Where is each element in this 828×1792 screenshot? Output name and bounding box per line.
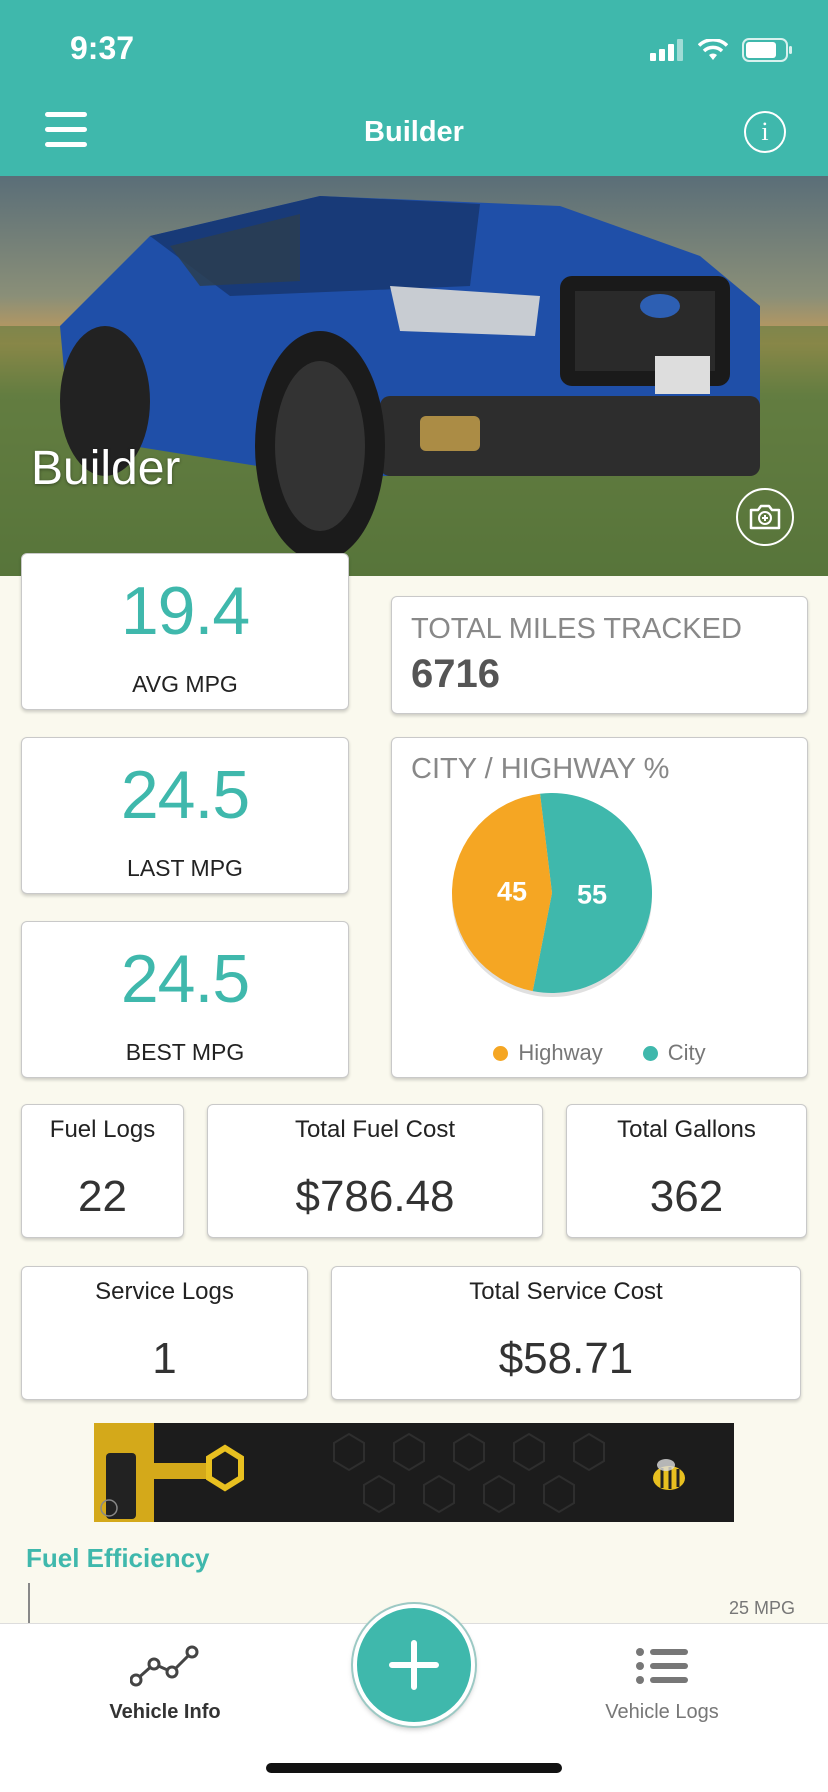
avg-mpg-card: 19.4 AVG MPG	[21, 553, 349, 710]
total-miles-title: TOTAL MILES TRACKED	[411, 613, 742, 645]
fuel-efficiency-tick-label: 25 MPG	[728, 1598, 795, 1618]
total-service-cost-card: Total Service Cost $58.71	[331, 1266, 801, 1400]
best-mpg-label: BEST MPG	[125, 1039, 245, 1065]
status-icons	[650, 36, 794, 64]
service-logs-card[interactable]: Service Logs 1	[21, 1266, 308, 1400]
city-highway-pie-chart: 55 45	[452, 793, 653, 997]
legend-highway-swatch	[493, 1045, 509, 1061]
total-fuel-cost-title: Total Fuel Cost	[294, 1116, 456, 1143]
truck-illustration	[0, 196, 828, 576]
city-highway-card: CITY / HIGHWAY % 55 45 Highway City	[391, 737, 808, 1078]
list-icon	[636, 1648, 688, 1684]
vehicle-name: Builder	[31, 442, 181, 495]
total-service-cost-value: $58.71	[498, 1334, 634, 1383]
battery-icon	[742, 38, 792, 62]
pie-legend: Highway City	[392, 1040, 807, 1066]
fuel-logs-card[interactable]: Fuel Logs 22	[21, 1104, 184, 1238]
vehicle-photo: Builder	[0, 176, 828, 576]
best-mpg-value: 24.5	[120, 941, 250, 1017]
info-icon[interactable]: i	[744, 111, 786, 153]
city-highway-title: CITY / HIGHWAY %	[411, 753, 670, 785]
total-fuel-cost-card: Total Fuel Cost $786.48	[207, 1104, 543, 1238]
camera-plus-icon	[749, 504, 781, 530]
fuel-efficiency-title: Fuel Efficiency	[26, 1543, 210, 1573]
ad-banner[interactable]	[94, 1423, 734, 1522]
home-indicator	[266, 1763, 562, 1773]
legend-highway: Highway	[493, 1040, 603, 1066]
line-chart-icon	[129, 1645, 199, 1687]
total-miles-card: TOTAL MILES TRACKED 6716	[391, 596, 808, 714]
legend-city-swatch	[642, 1045, 658, 1061]
status-time: 9:37	[70, 30, 135, 66]
fuel-logs-title: Fuel Logs	[49, 1116, 156, 1143]
legend-highway-label: Highway	[518, 1040, 603, 1065]
total-miles-value: 6716	[411, 652, 500, 696]
fuel-logs-value: 22	[78, 1172, 127, 1221]
best-mpg-card: 24.5 BEST MPG	[21, 921, 349, 1078]
last-mpg-value: 24.5	[120, 757, 250, 833]
pie-label-highway: 45	[497, 877, 527, 907]
tab-vehicle-logs-label: Vehicle Logs	[605, 1701, 719, 1723]
legend-city-label: City	[667, 1040, 706, 1065]
cellular-signal-icon	[650, 39, 683, 61]
service-logs-title: Service Logs	[95, 1278, 234, 1305]
total-fuel-cost-value: $786.48	[295, 1172, 455, 1221]
last-mpg-card: 24.5 LAST MPG	[21, 737, 349, 894]
legend-city: City	[642, 1040, 706, 1066]
total-service-cost-title: Total Service Cost	[469, 1278, 663, 1305]
tab-vehicle-logs[interactable]: Vehicle Logs	[562, 1644, 762, 1724]
tab-vehicle-info[interactable]: Vehicle Info	[65, 1644, 265, 1724]
ad-graphic	[94, 1423, 734, 1522]
pie-label-city: 55	[577, 879, 607, 909]
wifi-icon	[698, 39, 728, 60]
total-gallons-value: 362	[649, 1172, 724, 1221]
page-title: Builder	[364, 116, 464, 148]
avg-mpg-label: AVG MPG	[132, 671, 238, 697]
add-log-button[interactable]	[353, 1604, 475, 1726]
plus-icon	[389, 1640, 439, 1690]
last-mpg-label: LAST MPG	[127, 855, 243, 881]
fuel-efficiency-axis	[28, 1583, 30, 1623]
avg-mpg-value: 19.4	[120, 573, 250, 649]
total-gallons-title: Total Gallons	[617, 1116, 756, 1143]
total-gallons-card: Total Gallons 362	[566, 1104, 807, 1238]
service-logs-value: 1	[152, 1334, 177, 1383]
app-header: 9:37 Builder i	[0, 0, 828, 176]
add-photo-button[interactable]	[736, 488, 794, 546]
tab-vehicle-info-label: Vehicle Info	[109, 1701, 221, 1723]
